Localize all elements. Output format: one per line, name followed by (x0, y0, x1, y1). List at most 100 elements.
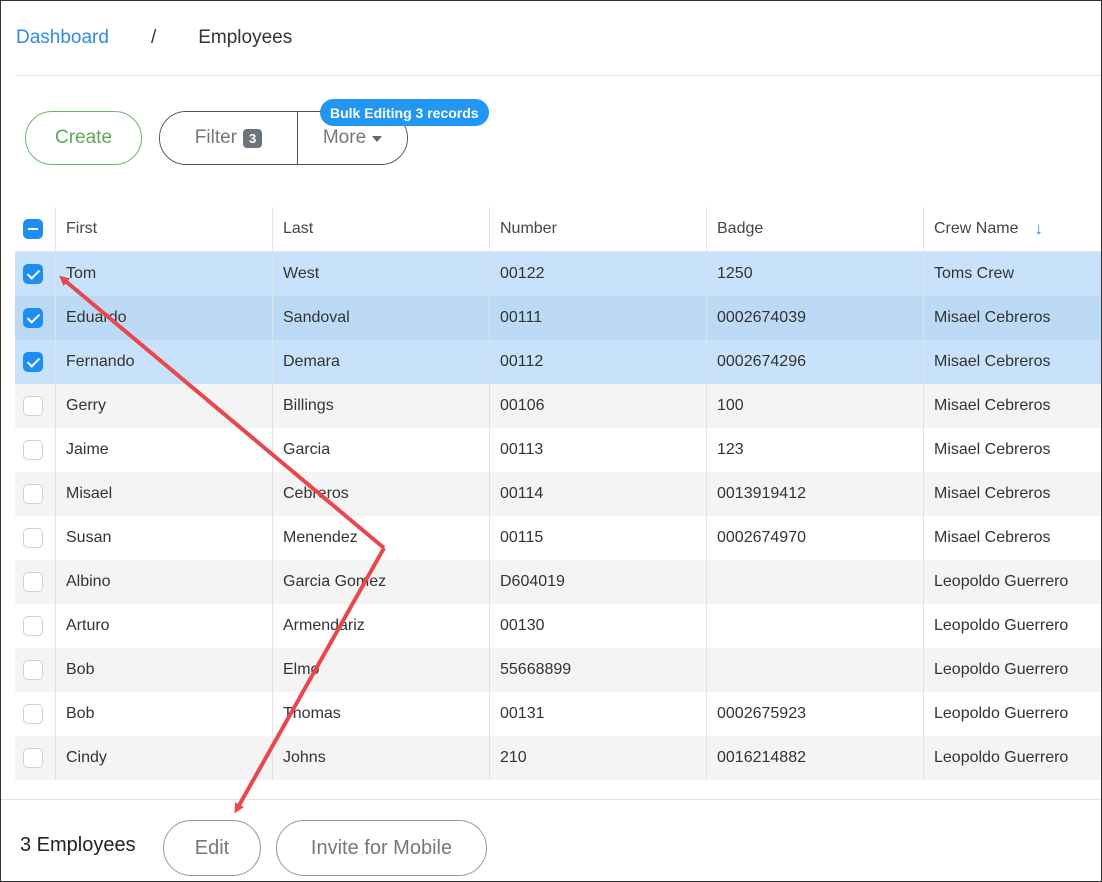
cell-crew-name: Leopoldo Guerrero (923, 736, 1101, 780)
column-header-number[interactable]: Number (489, 207, 706, 251)
table-row[interactable]: Tom West 00122 1250 Toms Crew (15, 252, 1101, 296)
cell-badge (706, 560, 923, 604)
table-row[interactable]: Fernando Demara 00112 0002674296 Misael Cebr… (15, 340, 1101, 384)
cell-badge: 0002674296 (706, 340, 923, 384)
cell-first: Eduardo (55, 296, 272, 340)
row-select-checkbox[interactable] (23, 484, 43, 504)
cell-last: Cebreros (272, 472, 489, 516)
row-select-cell (15, 560, 55, 604)
row-select-checkbox[interactable] (23, 308, 43, 328)
cell-first: Albino (55, 560, 272, 604)
cell-badge: 0013919412 (706, 472, 923, 516)
sort-descending-icon[interactable]: ↓ (1034, 219, 1043, 239)
column-header-crew-name-label: Crew Name (934, 220, 1019, 237)
bulk-editing-badge: Bulk Editing 3 records (320, 99, 489, 126)
filter-button-label: Filter (194, 127, 237, 148)
cell-crew-name: Misael Cebreros (923, 516, 1101, 560)
cell-last: Garcia Gomez (272, 560, 489, 604)
more-button-label: More (322, 127, 367, 148)
row-select-cell (15, 472, 55, 516)
table-body: Tom West 00122 1250 Toms Crew Eduardo Sandoval… (15, 252, 1101, 780)
table-row[interactable]: Bob Elmo 55668899 Leopoldo Guerrero (15, 648, 1101, 692)
cell-number: 00111 (489, 296, 706, 340)
cell-last: West (272, 252, 489, 296)
cell-crew-name: Misael Cebreros (923, 472, 1101, 516)
cell-first: Gerry (55, 384, 272, 428)
cell-crew-name: Leopoldo Guerrero (923, 604, 1101, 648)
row-select-cell (15, 428, 55, 472)
row-select-checkbox[interactable] (23, 572, 43, 592)
row-select-checkbox[interactable] (23, 264, 43, 284)
edit-button[interactable]: Edit (163, 820, 261, 876)
cell-badge (706, 604, 923, 648)
cell-number: 00113 (489, 428, 706, 472)
cell-first: Cindy (55, 736, 272, 780)
cell-crew-name: Leopoldo Guerrero (923, 692, 1101, 736)
cell-number: 00114 (489, 472, 706, 516)
row-select-checkbox[interactable] (23, 396, 43, 416)
table-row[interactable]: Cindy Johns 210 0016214882 Leopoldo Guerrero (15, 736, 1101, 780)
row-select-checkbox[interactable] (23, 616, 43, 636)
table-row[interactable]: Albino Garcia Gomez D604019 Leopoldo Guerre… (15, 560, 1101, 604)
breadcrumb-dashboard-link[interactable]: Dashboard (16, 27, 109, 49)
column-header-first[interactable]: First (55, 207, 272, 251)
table-row[interactable]: Bob Thomas 00131 0002675923 Leopoldo Guerrer… (15, 692, 1101, 736)
row-select-checkbox[interactable] (23, 352, 43, 372)
cell-crew-name: Misael Cebreros (923, 384, 1101, 428)
cell-last: Demara (272, 340, 489, 384)
cell-last: Garcia (272, 428, 489, 472)
row-select-checkbox[interactable] (23, 440, 43, 460)
row-select-checkbox[interactable] (23, 528, 43, 548)
cell-number: 00131 (489, 692, 706, 736)
cell-number: 00130 (489, 604, 706, 648)
column-header-badge[interactable]: Badge (706, 207, 923, 251)
row-select-checkbox[interactable] (23, 704, 43, 724)
filter-button[interactable]: Filter 3 (160, 112, 298, 164)
cell-badge (706, 648, 923, 692)
table-header-row: First Last Number Badge Crew Name ↓ (15, 207, 1101, 252)
filter-count-badge: 3 (243, 128, 263, 148)
bulk-action-footer: 3 Employees Edit Invite for Mobile (1, 799, 1101, 881)
cell-first: Jaime (55, 428, 272, 472)
page-title: Employees (198, 27, 293, 48)
cell-last: Menendez (272, 516, 489, 560)
cell-first: Arturo (55, 604, 272, 648)
cell-last: Sandoval (272, 296, 489, 340)
table-row[interactable]: Jaime Garcia 00113 123 Misael Cebreros (15, 428, 1101, 472)
caret-down-icon (372, 136, 383, 142)
row-select-checkbox[interactable] (23, 660, 43, 680)
column-header-crew-name[interactable]: Crew Name ↓ (923, 207, 1101, 251)
row-select-cell (15, 296, 55, 340)
invite-for-mobile-button[interactable]: Invite for Mobile (276, 820, 487, 876)
cell-number: 210 (489, 736, 706, 780)
cell-first: Bob (55, 692, 272, 736)
cell-last: Armendariz (272, 604, 489, 648)
table-row[interactable]: Misael Cebreros 00114 0013919412 Misael Cebr… (15, 472, 1101, 516)
cell-first: Fernando (55, 340, 272, 384)
create-button[interactable]: Create (25, 111, 142, 165)
row-select-cell (15, 604, 55, 648)
cell-crew-name: Misael Cebreros (923, 340, 1101, 384)
row-select-cell (15, 648, 55, 692)
row-select-cell (15, 340, 55, 384)
cell-number: 00112 (489, 340, 706, 384)
row-select-cell (15, 252, 55, 296)
cell-number: 55668899 (489, 648, 706, 692)
cell-first: Bob (55, 648, 272, 692)
select-all-checkbox[interactable] (23, 219, 43, 239)
table-row[interactable]: Gerry Billings 00106 100 Misael Cebreros (15, 384, 1101, 428)
cell-first: Misael (55, 472, 272, 516)
app-frame: Dashboard / Employees Create Filter 3 Mo… (0, 0, 1102, 882)
table-row[interactable]: Arturo Armendariz 00130 Leopoldo Guerrero (15, 604, 1101, 648)
cell-last: Elmo (272, 648, 489, 692)
cell-last: Billings (272, 384, 489, 428)
table-row[interactable]: Susan Menendez 00115 0002674970 Misael Cebre… (15, 516, 1101, 560)
select-all-cell (15, 207, 55, 251)
cell-crew-name: Toms Crew (923, 252, 1101, 296)
cell-badge: 123 (706, 428, 923, 472)
column-header-last[interactable]: Last (272, 207, 489, 251)
cell-last: Johns (272, 736, 489, 780)
cell-badge: 1250 (706, 252, 923, 296)
row-select-checkbox[interactable] (23, 748, 43, 768)
table-row[interactable]: Eduardo Sandoval 00111 0002674039 Misael Ceb… (15, 296, 1101, 340)
